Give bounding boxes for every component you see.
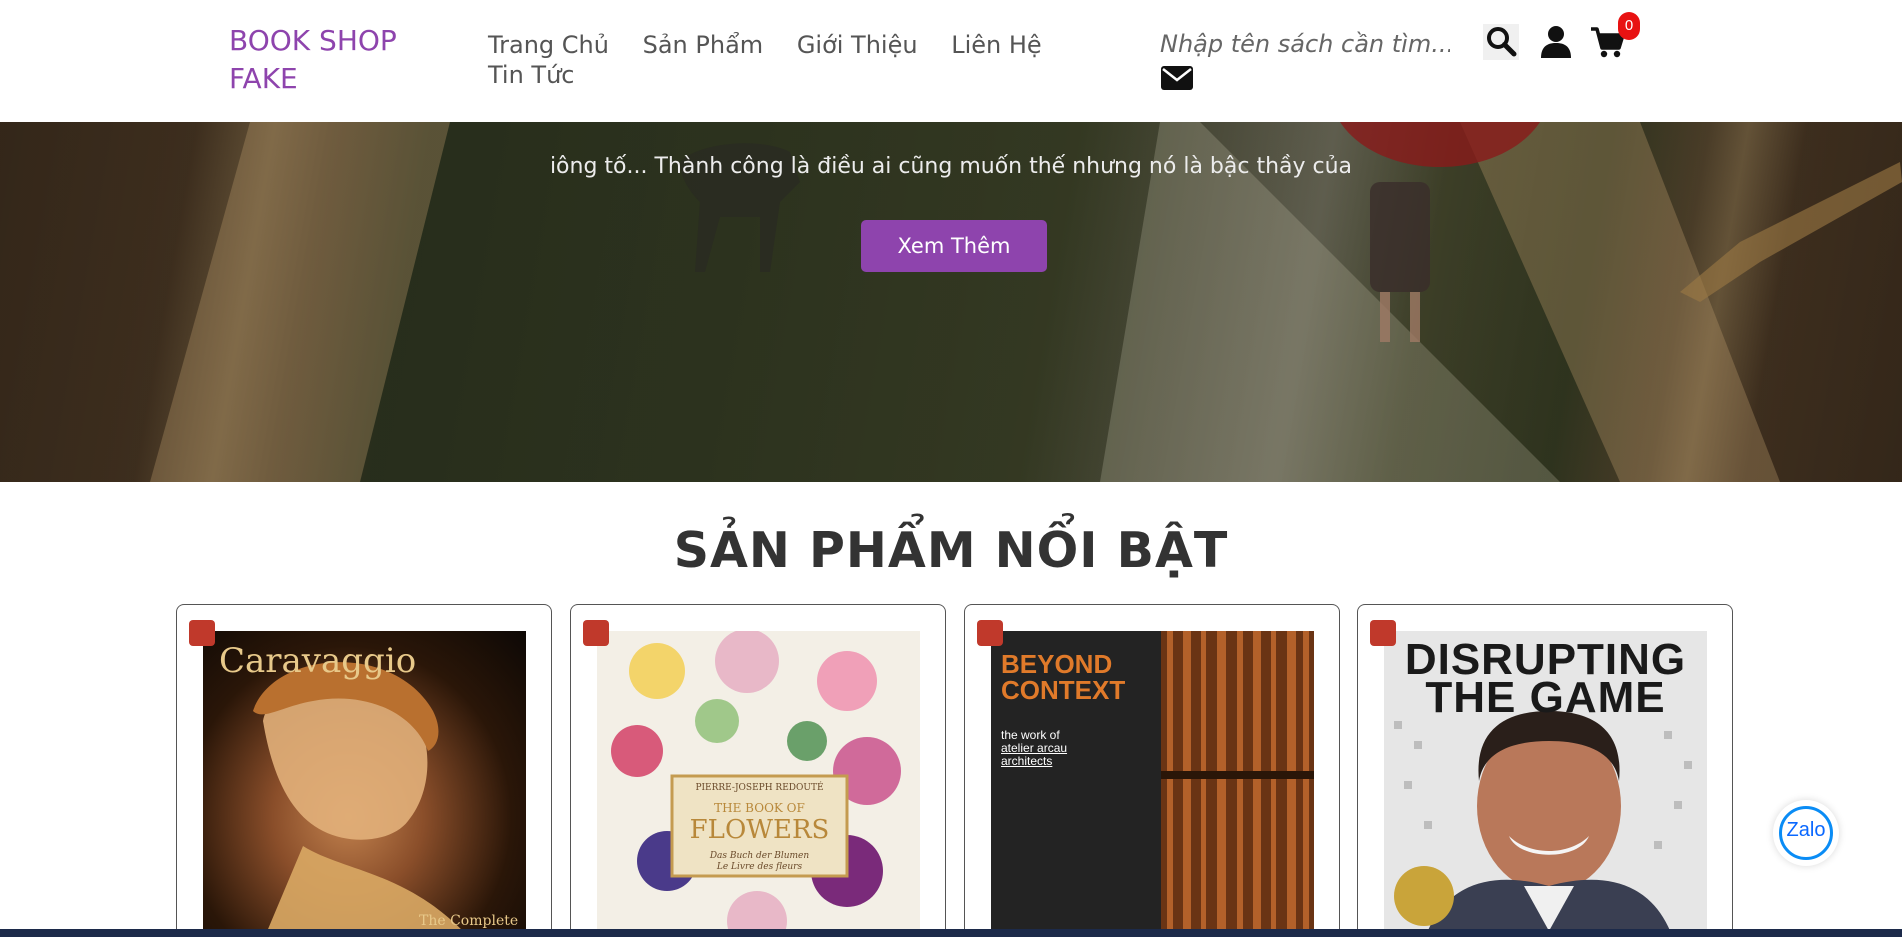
product-card[interactable]: BEYOND CONTEXT the work of atelier arcau… — [964, 604, 1340, 937]
site-header: BOOK SHOP FAKE Trang Chủ Sản Phẩm Giới T… — [0, 0, 1902, 122]
product-cover-image[interactable]: DISRUPTING THE GAME — [1384, 631, 1707, 937]
see-more-button[interactable]: Xem Thêm — [861, 220, 1047, 272]
hero-text: iông tố... Thành công là điều ai cũng mu… — [549, 154, 1353, 179]
product-badge — [977, 620, 1003, 646]
nav-item-about[interactable]: Giới Thiệu — [797, 31, 918, 59]
search-input[interactable] — [1160, 26, 1450, 62]
nav-item-contact[interactable]: Liên Hệ — [951, 31, 1041, 59]
product-badge — [583, 620, 609, 646]
mail-icon[interactable] — [1161, 66, 1193, 90]
product-card[interactable]: DISRUPTING THE GAME — [1357, 604, 1733, 937]
nav-item-news[interactable]: Tin Tức — [488, 61, 575, 89]
zalo-chat-button[interactable]: Zalo — [1773, 800, 1839, 866]
search-icon[interactable] — [1483, 24, 1519, 60]
featured-section-title: SẢN PHẨM NỔI BẬT — [673, 522, 1229, 579]
cover-subtitle-line1: Das Buch der Blumen — [709, 851, 810, 861]
cover-title-line2: CONTEXT — [1001, 675, 1126, 705]
cover-subtitle-line2: Le Livre des fleurs — [716, 862, 803, 872]
footer-edge — [0, 929, 1902, 937]
cover-title-line2: FLOWERS — [689, 815, 830, 845]
cover-title-line1: BEYOND — [1001, 649, 1113, 679]
site-logo[interactable]: BOOK SHOP FAKE — [229, 22, 429, 98]
nav-item-home[interactable]: Trang Chủ — [488, 31, 609, 59]
cart-count-badge: 0 — [1618, 12, 1640, 40]
product-badge — [1370, 620, 1396, 646]
cover-title-line2: THE GAME — [1425, 673, 1666, 722]
main-nav: Trang Chủ Sản Phẩm Giới Thiệu Liên Hệ Ti… — [484, 30, 1104, 90]
user-icon[interactable] — [1538, 24, 1574, 60]
cover-subtitle-line3: architects — [1001, 754, 1053, 768]
hero-banner: iông tố... Thành công là điều ai cũng mu… — [0, 122, 1902, 482]
product-cover-image[interactable]: Caravaggio The Complete — [203, 631, 526, 937]
product-cover-image[interactable]: BEYOND CONTEXT the work of atelier arcau… — [991, 631, 1314, 937]
product-card[interactable]: Caravaggio The Complete — [176, 604, 552, 937]
product-card[interactable]: PIERRE-JOSEPH REDOUTÉ THE BOOK OF FLOWER… — [570, 604, 946, 937]
nav-item-products[interactable]: Sản Phẩm — [643, 31, 764, 59]
zalo-label: Zalo — [1786, 819, 1826, 841]
product-cover-image[interactable]: PIERRE-JOSEPH REDOUTÉ THE BOOK OF FLOWER… — [597, 631, 920, 937]
cover-title: Caravaggio — [219, 641, 417, 681]
cover-title-line1: THE BOOK OF — [714, 801, 805, 815]
cover-author: PIERRE-JOSEPH REDOUTÉ — [695, 783, 824, 793]
cover-subtitle: The Complete — [419, 913, 519, 929]
product-badge — [189, 620, 215, 646]
